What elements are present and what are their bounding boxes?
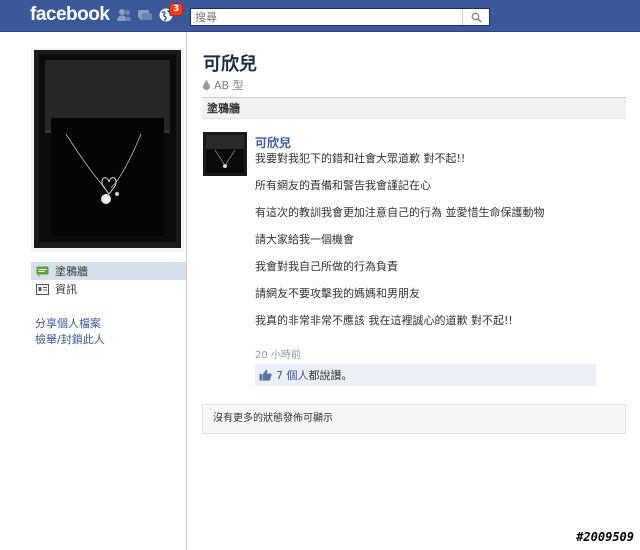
post-line: 請大家給我一個機會 [255,233,354,246]
post-line: 我要對我犯下的錯和社會大眾道歉 對不起!! [255,152,466,165]
blood-drop-icon [203,80,210,90]
nav-item-label: 塗鴉牆 [55,265,88,278]
report-block-link[interactable]: 檢舉/封鎖此人 [35,332,105,348]
nav-item-label: 資訊 [55,283,77,296]
search-button[interactable] [462,9,489,25]
post-line: 所有網友的責備和警告我會謹記在心 [255,179,431,192]
search-icon [471,12,482,23]
column-divider [186,32,187,550]
messages-icon[interactable] [137,7,153,23]
search-input[interactable] [191,9,469,25]
likes-bar: 7 個人 都說讚。 [255,364,596,386]
top-bar: facebook 3 [0,0,640,32]
post-line: 我會對我自己所做的行為負責 [255,260,398,273]
notification-count-badge[interactable]: 3 [169,3,184,16]
wall-icon [36,266,49,277]
post-line: 有這次的教訓我會更加注意自己的行為 並愛惜生命保護動物 [255,206,545,219]
likes-count-link[interactable]: 7 個人 [276,367,309,383]
necklace-box-photo [31,48,184,252]
thumbs-up-icon [259,369,272,381]
profile-nav: 塗鴉牆 資訊 [31,262,186,298]
share-profile-link[interactable]: 分享個人檔案 [35,316,105,332]
post-author-avatar[interactable] [203,132,247,176]
side-links: 分享個人檔案 檢舉/封鎖此人 [35,316,105,348]
info-icon [36,283,49,295]
facebook-logo[interactable]: facebook [30,4,110,26]
blood-type: AB 型 [214,79,244,92]
blood-type-info: AB 型 [203,77,244,93]
post-line: 請網友不要攻擊我的媽媽和男朋友 [255,287,420,300]
wall-section-header: 塗鴉牆 [202,97,626,119]
friend-requests-icon[interactable] [116,7,132,23]
nav-item-info[interactable]: 資訊 [31,280,186,298]
no-more-posts-message: 沒有更多的狀態發佈可顯示 [202,404,626,434]
search-box[interactable] [190,8,490,26]
likes-text: 都說讚。 [308,369,353,382]
post-line: 我真的非常非常不應該 我在這裡誠心的道歉 對不起!! [255,314,513,327]
avatar-photo [203,132,247,176]
profile-name: 可欣兒 [203,54,257,75]
profile-picture[interactable] [31,48,184,252]
post-timestamp[interactable]: 20 小時前 [255,346,301,361]
nav-item-wall[interactable]: 塗鴉牆 [31,262,186,280]
image-watermark: #2009509 [576,530,634,544]
post-author-name[interactable]: 可欣兒 [255,134,291,151]
post-body: 我要對我犯下的錯和社會大眾道歉 對不起!! 所有網友的責備和警告我會謹記在心 有… [255,152,625,328]
